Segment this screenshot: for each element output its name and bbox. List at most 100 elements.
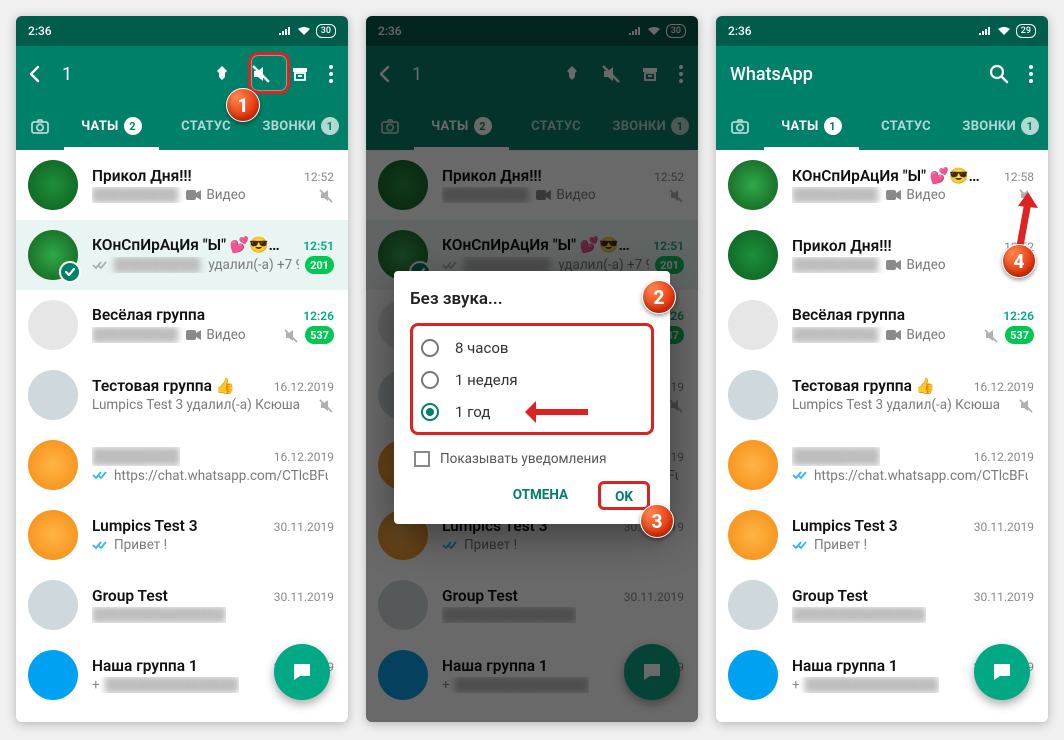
avatar[interactable] [728,160,778,210]
chat-row[interactable]: КОнСпИрАцИя "Ы" 💕😎😂🤗12:51█████████:удали… [16,220,348,290]
back-icon[interactable] [24,63,46,85]
muted-icon [984,328,999,343]
camera-tab[interactable] [16,117,64,135]
selection-count: 1 [62,64,196,85]
avatar[interactable] [728,440,778,490]
mute-option-8h[interactable]: 8 часов [415,332,649,364]
mute-option-1week[interactable]: 1 неделя [415,364,649,396]
dialog-title: Без звука... [410,289,654,309]
unread-badge: 537 [305,326,334,344]
chat-row[interactable]: Весёлая группа12:26█████████:Видео537 [716,290,1048,360]
avatar[interactable] [728,230,778,280]
avatar[interactable] [28,580,78,630]
ticks-icon [92,260,109,271]
pin-icon[interactable] [212,64,232,84]
chat-time: 30.11.2019 [274,590,334,604]
chat-row[interactable]: Lumpics Test 330.11.2019Привет ! [716,500,1048,570]
avatar[interactable] [28,510,78,560]
chat-row[interactable]: Прикол Дня!!!12:52█████████:Видео [16,150,348,220]
avatar[interactable] [28,300,78,350]
new-chat-fab[interactable] [974,644,1030,700]
avatar[interactable] [728,650,778,700]
new-chat-fab[interactable] [274,644,330,700]
clock: 2:36 [28,24,52,38]
tab-bar: ЧАТЫ2 СТАТУС ЗВОНКИ1 [16,102,348,150]
mute-dialog: Без звука... 8 часов 1 неделя 1 год Пока… [394,271,670,524]
chat-row[interactable]: ████████16.12.2019https://chat.whatsapp.… [716,430,1048,500]
unread-badge: 537 [1005,326,1034,344]
radio-icon [421,403,439,421]
avatar[interactable] [28,650,78,700]
calls-badge: 1 [321,117,339,135]
tab-calls[interactable]: ЗВОНКИ1 [253,102,348,150]
ok-button[interactable]: OK [607,483,641,511]
archive-icon[interactable] [290,64,310,84]
clock: 2:36 [728,24,752,38]
avatar[interactable] [728,370,778,420]
tab-calls[interactable]: ЗВОНКИ1 [953,102,1048,150]
cancel-button[interactable]: ОТМЕНА [505,481,576,510]
chat-name: ████████ [792,447,880,466]
chat-preview: █████████:удалил(-а) +7 97... [92,257,299,273]
radio-icon [421,339,439,357]
search-icon[interactable] [988,63,1010,85]
signal-icon [278,26,292,36]
chat-row[interactable]: ████████16.12.2019https://chat.whatsapp.… [16,430,348,500]
chat-preview: █████████:Видео [792,327,946,343]
chat-row[interactable]: Group Test30.11.2019██████████████ [716,570,1048,640]
chat-row[interactable]: Тестовая группа 👍16.12.2019Lumpics Test … [16,360,348,430]
annotation-frame: OK [598,481,650,510]
chat-preview: Привет ! [792,537,867,553]
chat-time: 12:52 [304,170,334,184]
more-icon[interactable] [328,64,334,84]
video-icon [186,189,201,201]
chat-preview: + ██████████████ [92,677,239,693]
tab-chats[interactable]: ЧАТЫ2 [64,102,159,150]
chat-time: 12:26 [1003,309,1034,323]
battery-level: 30 [316,24,336,38]
chat-row[interactable]: Весёлая группа12:26█████████:Видео537 [16,290,348,360]
chat-name: ████████ [92,447,180,466]
chat-preview: https://chat.whatsapp.com/CTlcBFu... [792,468,1028,484]
muted-icon [319,398,334,413]
show-notifications-checkbox[interactable]: Показывать уведомления [410,445,654,477]
avatar[interactable] [728,580,778,630]
more-icon[interactable] [1028,64,1034,84]
app-title: WhatsApp [724,64,972,85]
video-icon [886,189,901,201]
tab-chats[interactable]: ЧАТЫ1 [764,102,859,150]
chat-preview: ██████████████ [792,607,926,623]
video-icon [886,259,901,271]
chat-row[interactable]: Group Test30.11.2019██████████████ [16,570,348,640]
annotation-frame [248,52,290,94]
chat-preview: + ██████████████ [792,677,939,693]
chat-time: 30.11.2019 [274,520,334,534]
camera-tab[interactable] [716,117,764,135]
avatar[interactable] [28,440,78,490]
chat-preview: Привет ! [92,537,167,553]
selected-check-icon [59,261,81,283]
callout-3: 3 [640,504,674,538]
muted-icon [319,188,334,203]
mute-option-1year[interactable]: 1 год [415,396,649,428]
chat-row[interactable]: Lumpics Test 3 30.11.2019 Привет ! [16,500,348,570]
chat-preview: Lumpics Test 3 удалил(-а) Ксюша [792,397,1000,413]
tab-status[interactable]: СТАТУС [859,102,954,150]
chat-name: Прикол Дня!!! [92,167,192,185]
ticks-icon [792,470,809,481]
ticks-icon [92,470,109,481]
main-toolbar: WhatsApp [716,46,1048,102]
annotation-arrow [516,405,588,419]
chat-row[interactable]: Тестовая группа 👍16.12.2019Lumpics Test … [716,360,1048,430]
chat-name: Group Test [792,587,868,605]
chat-list[interactable]: Прикол Дня!!!12:52█████████:ВидеоКОнСпИр… [16,150,348,722]
chat-name: Lumpics Test 3 [92,517,198,535]
chats-badge: 2 [124,117,142,135]
avatar[interactable] [28,160,78,210]
chat-time: 12:58 [1004,170,1034,184]
avatar[interactable] [28,370,78,420]
avatar[interactable] [728,300,778,350]
avatar[interactable] [728,510,778,560]
callout-2: 2 [642,280,676,314]
chat-preview: █████████:Видео [792,187,946,203]
